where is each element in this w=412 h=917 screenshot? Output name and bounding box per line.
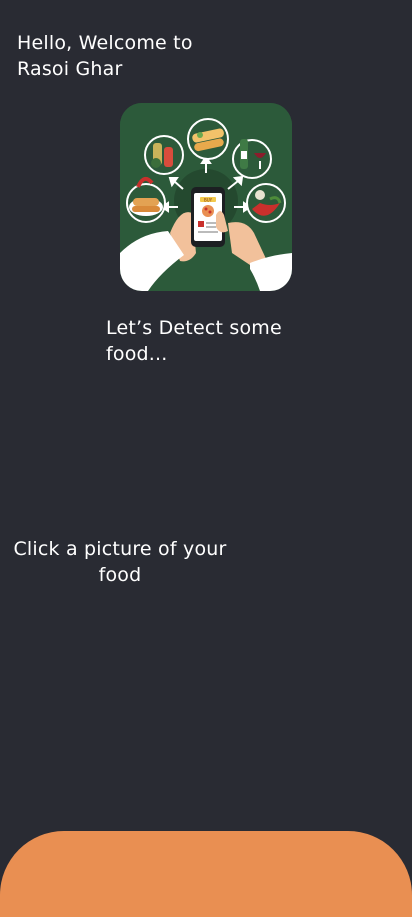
app-screen: Hello, Welcome to Rasoi Ghar BUY Let’s D… — [0, 0, 412, 917]
bottom-action-panel[interactable] — [0, 831, 412, 917]
welcome-heading: Hello, Welcome to Rasoi Ghar — [17, 32, 193, 80]
detect-prompt-text: Let’s Detect some food... — [106, 317, 282, 365]
food-phone-illustration-icon: BUY — [120, 103, 292, 291]
menu-card-label: BUY — [204, 198, 213, 203]
hero-illustration: BUY — [120, 103, 292, 291]
click-picture-prompt: Click a picture of your food — [13, 538, 227, 586]
